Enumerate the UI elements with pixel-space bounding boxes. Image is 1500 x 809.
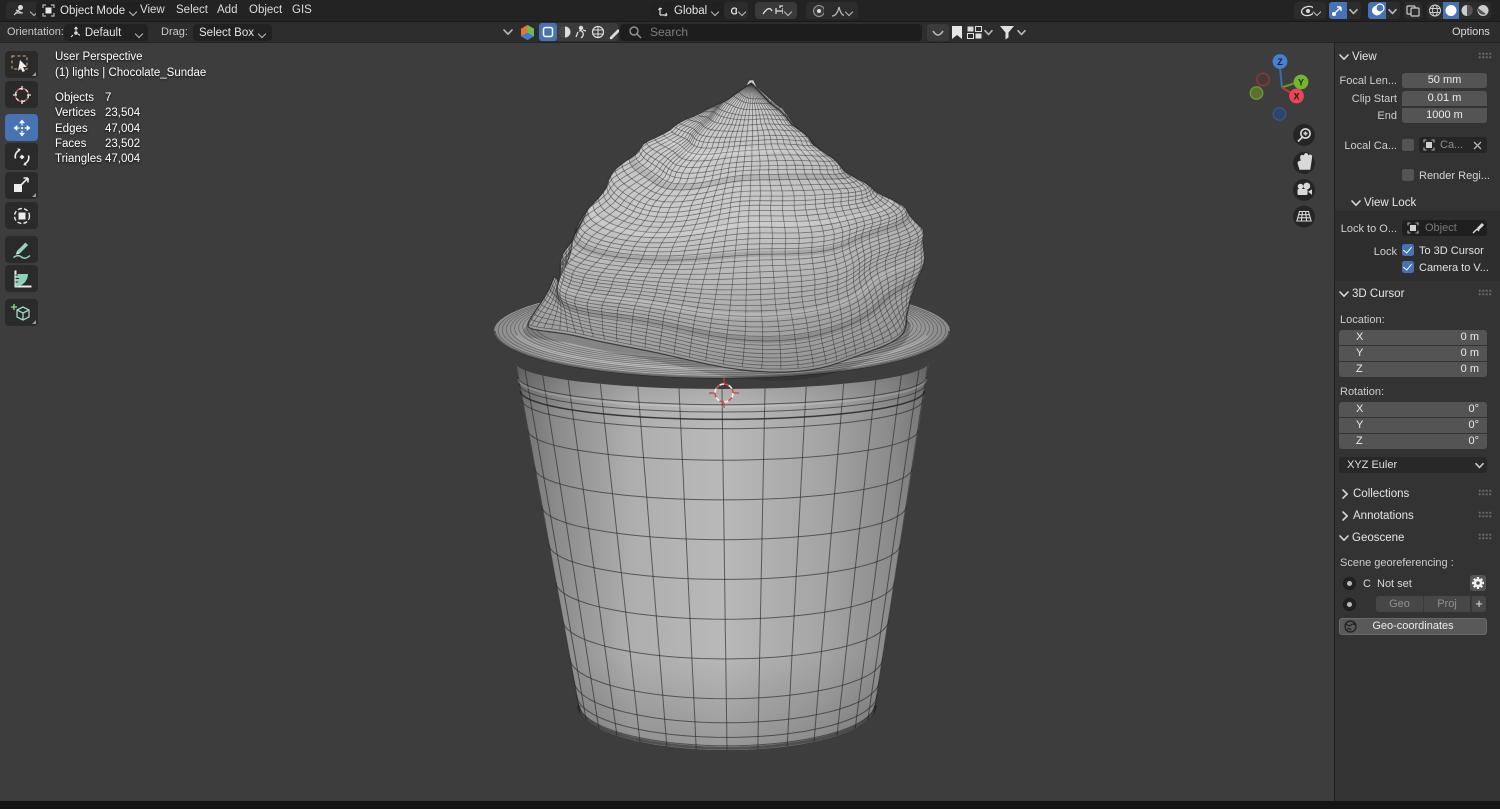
- svg-text:Z: Z: [1277, 57, 1283, 67]
- svg-text:X: X: [1293, 91, 1299, 101]
- svg-text:Y: Y: [1298, 77, 1304, 87]
